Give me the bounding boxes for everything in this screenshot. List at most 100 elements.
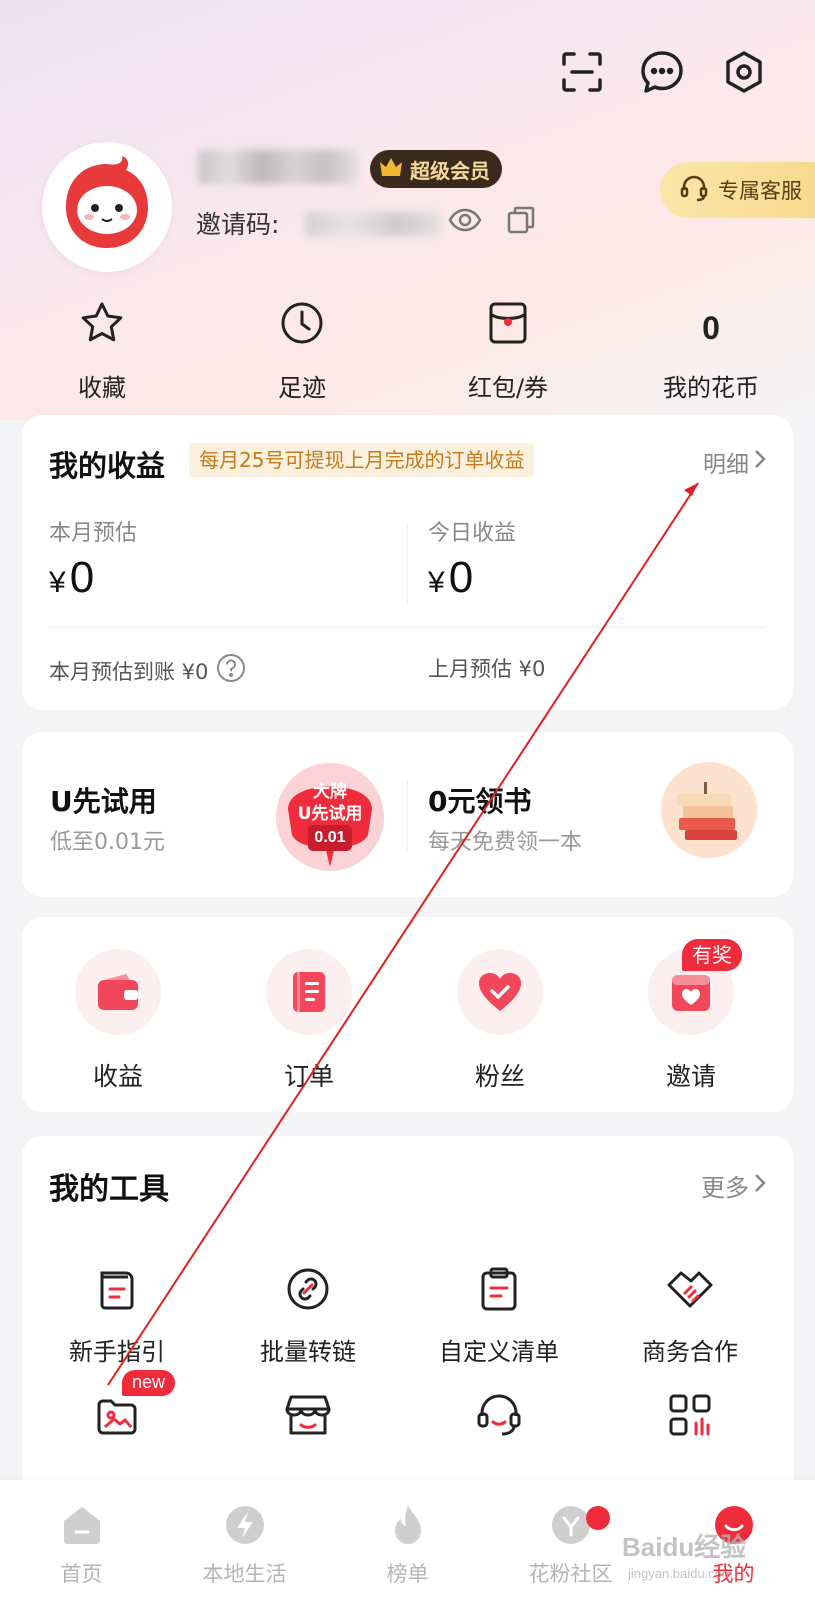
message-icon[interactable] <box>638 48 686 96</box>
tool-image[interactable]: new <box>22 1370 212 1440</box>
tool-label: 商务合作 <box>642 1338 738 1366</box>
month-estimate-label: 本月预估 <box>49 521 138 546</box>
heart-icon <box>457 949 543 1035</box>
wallet-icon <box>75 949 161 1035</box>
tool-batch-link[interactable]: 批量转链 <box>213 1264 403 1367</box>
month-value: 0 <box>69 553 95 602</box>
nav-label: 本地生活 <box>202 1562 287 1586</box>
nav-local-life[interactable]: 本地生活 <box>163 1500 326 1588</box>
shortcut-coupons[interactable]: 红包/券 <box>433 298 583 403</box>
earnings-detail-link[interactable]: 明细 <box>703 445 767 479</box>
month-arrival: 本月预估到账 ¥0 <box>49 653 246 688</box>
coins-value: 0 <box>702 310 720 346</box>
nav-home[interactable]: 首页 <box>0 1500 163 1588</box>
last-month-estimate: 上月预估 ¥0 <box>428 657 546 681</box>
customer-service-button[interactable]: 专属客服 <box>660 162 815 218</box>
quick-orders[interactable]: 订单 <box>219 949 399 1093</box>
currency-symbol: ¥ <box>49 566 66 599</box>
tool-label: 新手指引 <box>69 1338 165 1366</box>
headset-icon <box>678 172 710 209</box>
quick-label: 粉丝 <box>474 1062 525 1091</box>
promo-trial-title: U先试用 <box>50 785 157 818</box>
shortcut-label: 收藏 <box>78 374 126 402</box>
help-icon[interactable] <box>216 653 246 688</box>
tool-store[interactable] <box>213 1390 403 1440</box>
headset-icon <box>404 1390 594 1440</box>
avatar[interactable] <box>42 142 172 272</box>
reward-badge: 有奖 <box>682 939 742 971</box>
promo-badge-price: 0.01 <box>314 829 346 846</box>
divider <box>407 523 408 603</box>
scan-icon[interactable] <box>558 48 606 96</box>
star-icon <box>27 298 177 348</box>
tool-beginner-guide[interactable]: 新手指引 <box>22 1264 212 1367</box>
tool-label: 自定义清单 <box>439 1338 559 1366</box>
coupon-icon <box>433 298 583 348</box>
today-earnings-value: ¥0 <box>428 553 473 603</box>
tool-label: 批量转链 <box>260 1338 356 1366</box>
month-estimate-value: ¥0 <box>49 553 94 603</box>
promo-badge-text-2: U先试用 <box>297 804 363 824</box>
earnings-title: 我的收益 <box>49 449 166 483</box>
vip-label: 超级会员 <box>410 158 490 183</box>
eye-icon[interactable] <box>448 205 482 239</box>
new-badge: new <box>122 1370 176 1396</box>
tool-custom-list[interactable]: 自定义清单 <box>404 1264 594 1367</box>
customer-service-label: 专属客服 <box>718 179 802 203</box>
today-earnings-label: 今日收益 <box>428 521 517 546</box>
quick-label: 邀请 <box>665 1062 716 1091</box>
quick-earnings[interactable]: 收益 <box>28 949 208 1093</box>
shortcut-label: 红包/券 <box>467 374 549 402</box>
earnings-note: 每月25号可提现上月完成的订单收益 <box>189 443 535 477</box>
flame-icon <box>326 1500 489 1550</box>
promo-trial-image: 大牌 U先试用 0.01 <box>270 757 390 881</box>
order-icon <box>266 949 352 1035</box>
quick-actions-card: 收益 订单 粉丝 邀请 有奖 <box>22 917 793 1112</box>
tool-data[interactable] <box>595 1390 785 1440</box>
watermark: Baidu经验 <box>622 1532 747 1562</box>
shortcut-coins[interactable]: 0 我的花币 <box>636 298 786 403</box>
promo-card: U先试用 低至0.01元 大牌 U先试用 0.01 0元领书 每天免费领一本 <box>22 732 793 897</box>
invite-code-blurred <box>305 212 440 236</box>
quick-label: 收益 <box>92 1062 143 1091</box>
shortcut-favorites[interactable]: 收藏 <box>27 298 177 403</box>
today-value: 0 <box>448 553 474 602</box>
tool-customer-service[interactable] <box>404 1390 594 1440</box>
month-arrival-text: 本月预估到账 ¥0 <box>49 659 209 684</box>
lightning-icon <box>163 1500 326 1550</box>
books-image <box>659 760 759 864</box>
vip-badge[interactable]: 超级会员 <box>370 150 502 188</box>
watermark-url: jingyan.baidu.com <box>628 1566 733 1581</box>
currency-symbol: ¥ <box>428 566 445 599</box>
username-blurred <box>198 150 358 184</box>
copy-icon[interactable] <box>505 204 537 240</box>
settings-icon[interactable] <box>720 48 768 96</box>
quick-fans[interactable]: 粉丝 <box>410 949 590 1093</box>
tools-more-link[interactable]: 更多 <box>701 1168 767 1203</box>
tool-business-cooperation[interactable]: 商务合作 <box>595 1264 785 1367</box>
chevron-right-icon <box>753 448 767 476</box>
nav-label: 榜单 <box>386 1562 429 1586</box>
nav-rankings[interactable]: 榜单 <box>326 1500 489 1588</box>
chevron-right-icon <box>753 1172 767 1200</box>
store-icon <box>213 1390 403 1440</box>
image-icon: new <box>22 1370 212 1440</box>
home-icon <box>0 1500 163 1550</box>
quick-label: 订单 <box>283 1062 334 1091</box>
clipboard-icon <box>404 1264 594 1314</box>
tools-card: 我的工具 更多 新手指引 批量转链 自定义清单 商务合作 new <box>22 1136 793 1536</box>
promo-trial-subtitle: 低至0.01元 <box>50 830 165 855</box>
crown-icon <box>378 156 404 183</box>
notification-dot <box>586 1506 610 1530</box>
guide-icon <box>22 1264 212 1314</box>
tools-more-label: 更多 <box>701 1174 749 1202</box>
grid-chart-icon <box>595 1390 785 1440</box>
invite-code-label: 邀请码: <box>196 210 280 239</box>
link-icon <box>213 1264 403 1314</box>
nav-label: 首页 <box>60 1562 103 1586</box>
tools-title: 我的工具 <box>49 1172 169 1207</box>
divider <box>49 627 766 628</box>
shortcut-label: 我的花币 <box>663 374 759 402</box>
shortcut-history[interactable]: 足迹 <box>227 298 377 403</box>
divider <box>407 780 408 850</box>
